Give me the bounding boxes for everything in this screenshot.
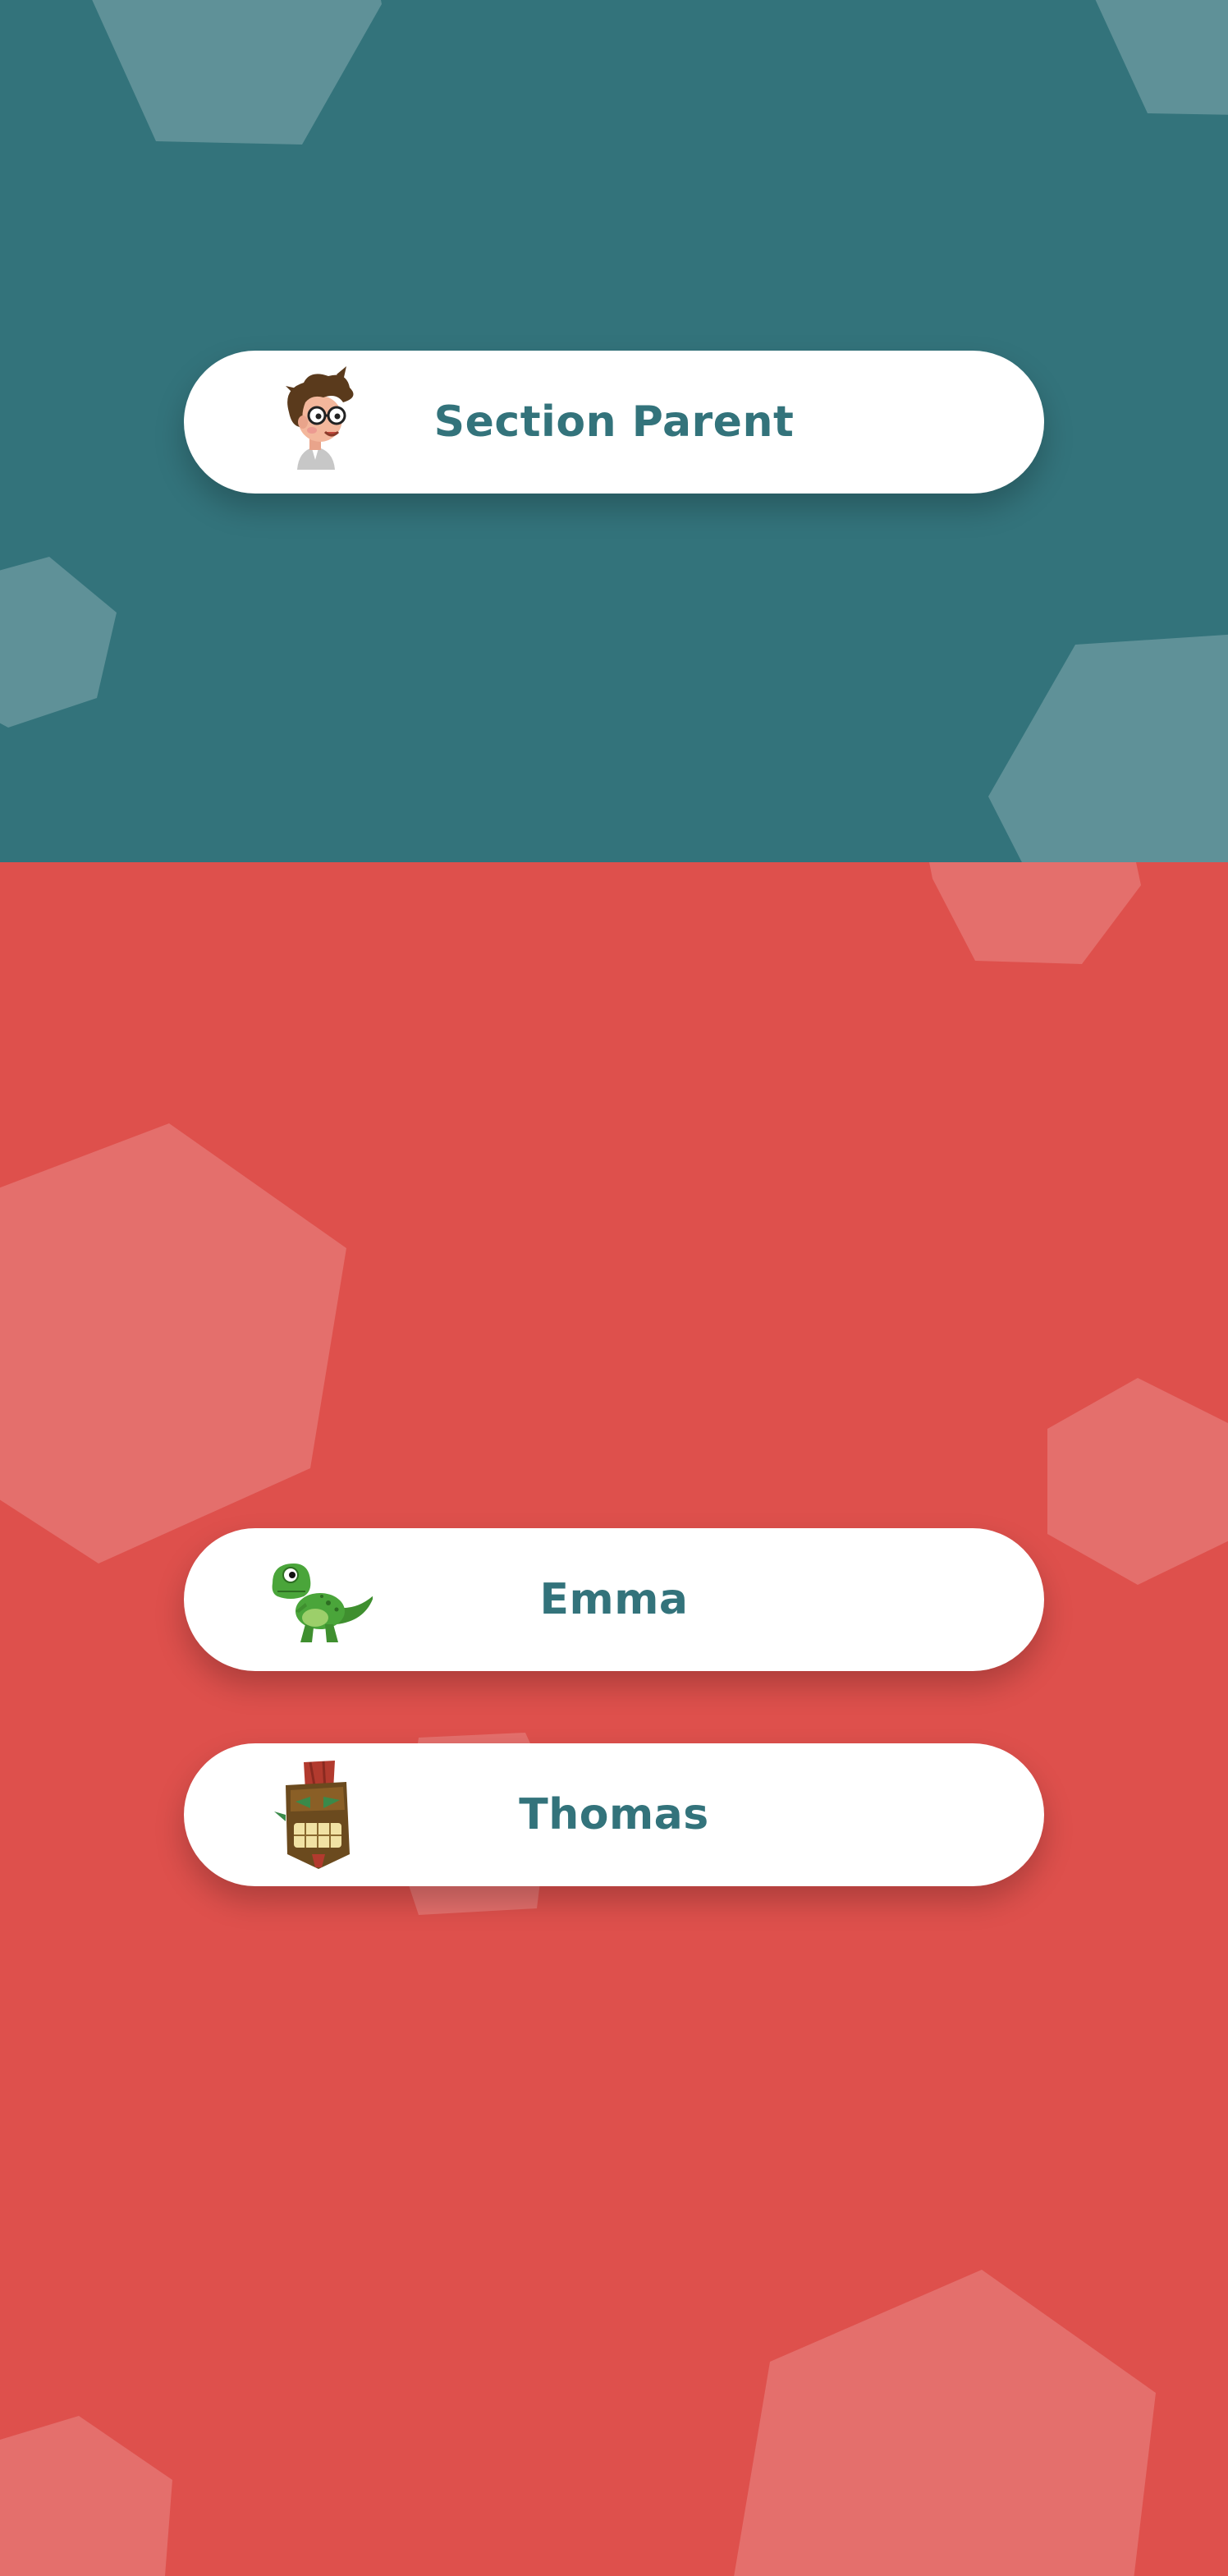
background-hexagon xyxy=(1047,1378,1228,1585)
section-parent-label: Section Parent xyxy=(433,397,795,447)
background-hexagon xyxy=(0,2416,172,2576)
profile-button-thomas[interactable]: Thomas xyxy=(184,1743,1044,1886)
profile-label-thomas: Thomas xyxy=(519,1790,709,1839)
background-hexagon xyxy=(0,1123,346,1564)
background-hexagon xyxy=(929,862,1141,964)
background-hexagon xyxy=(0,557,117,728)
background-hexagon xyxy=(1095,0,1228,115)
parent-section: Section Parent xyxy=(0,0,1228,862)
background-hexagon xyxy=(988,634,1228,862)
profile-button-emma[interactable]: Emma xyxy=(184,1528,1044,1671)
background-hexagons-bottom xyxy=(0,862,1228,2576)
background-hexagon xyxy=(92,0,382,145)
section-parent-button[interactable]: Section Parent xyxy=(184,351,1044,494)
profile-label-emma: Emma xyxy=(539,1575,689,1624)
background-hexagon xyxy=(734,2270,1156,2576)
children-section: Emma Thomas xyxy=(0,862,1228,2576)
